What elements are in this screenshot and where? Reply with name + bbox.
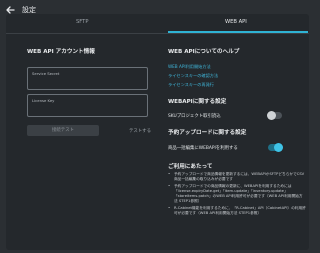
bullet-icon: • bbox=[168, 172, 171, 176]
notes-list: • 予約アップロードで商品情報を更新するには、WEBAPIかSFTPどちらかでC… bbox=[168, 172, 306, 218]
notes-heading: ご利用にあたって bbox=[168, 164, 213, 170]
help-link-getting-started[interactable]: WEB API利用開始方法 bbox=[168, 64, 211, 70]
note-item: • 予約アップロードで商品情報を更新するには、WEBAPIかSFTPどちらかでC… bbox=[168, 172, 306, 182]
bulk-edit-toggle-label: 商品一括編集にWEBAPIを利用する bbox=[168, 146, 238, 151]
service-secret-field[interactable]: Service Secret bbox=[27, 67, 148, 90]
reservation-settings-heading: 予約アップロードに関する設定 bbox=[168, 130, 247, 136]
bullet-icon: • bbox=[168, 184, 171, 188]
toggle-knob bbox=[267, 111, 276, 120]
tab-bar: SFTP WEB API bbox=[6, 14, 309, 34]
note-text: R-Cabinet機能を利用するために、「R-Cabinet」API（Cabin… bbox=[174, 206, 306, 215]
toggle-knob bbox=[274, 143, 283, 152]
sku-toggle-label: SKUプロジェクト取引読込 bbox=[168, 114, 221, 119]
sku-toggle-switch[interactable] bbox=[267, 111, 282, 120]
license-key-label: License Key bbox=[32, 98, 55, 103]
note-item: • 予約アップロードでの商品情報の更新に、WEBAPIを利用するためには「lic… bbox=[168, 184, 306, 204]
test-connection-button[interactable]: テストする bbox=[129, 128, 151, 134]
help-heading: WEB APIについてのヘルプ bbox=[168, 49, 240, 55]
tab-webapi[interactable]: WEB API bbox=[225, 19, 247, 25]
service-secret-label: Service Secret bbox=[32, 71, 60, 76]
note-text: 予約アップロードで商品情報を更新するには、WEBAPIかSFTPどちらかでCSV… bbox=[174, 172, 305, 181]
help-link-license-check[interactable]: ライセンスキーの確認方法 bbox=[168, 73, 218, 79]
license-key-field[interactable]: License Key bbox=[27, 94, 148, 117]
tab-sftp[interactable]: SFTP bbox=[76, 19, 88, 25]
bulk-edit-toggle-switch[interactable] bbox=[268, 143, 283, 152]
save-button[interactable]: 接続テスト bbox=[27, 125, 99, 136]
help-link-license-reissue[interactable]: ライセンスキーの再発行 bbox=[168, 82, 214, 88]
account-heading: WEB API アカウント情報 bbox=[27, 49, 95, 55]
active-tab-indicator bbox=[168, 31, 308, 33]
bullet-icon: • bbox=[168, 206, 171, 210]
webapi-settings-heading: WEBAPIに関する設定 bbox=[168, 99, 227, 105]
note-text: 予約アップロードでの商品情報の更新に、WEBAPIを利用するためには「licen… bbox=[174, 184, 303, 203]
note-item: • R-Cabinet機能を利用するために、「R-Cabinet」API（Cab… bbox=[168, 206, 306, 216]
